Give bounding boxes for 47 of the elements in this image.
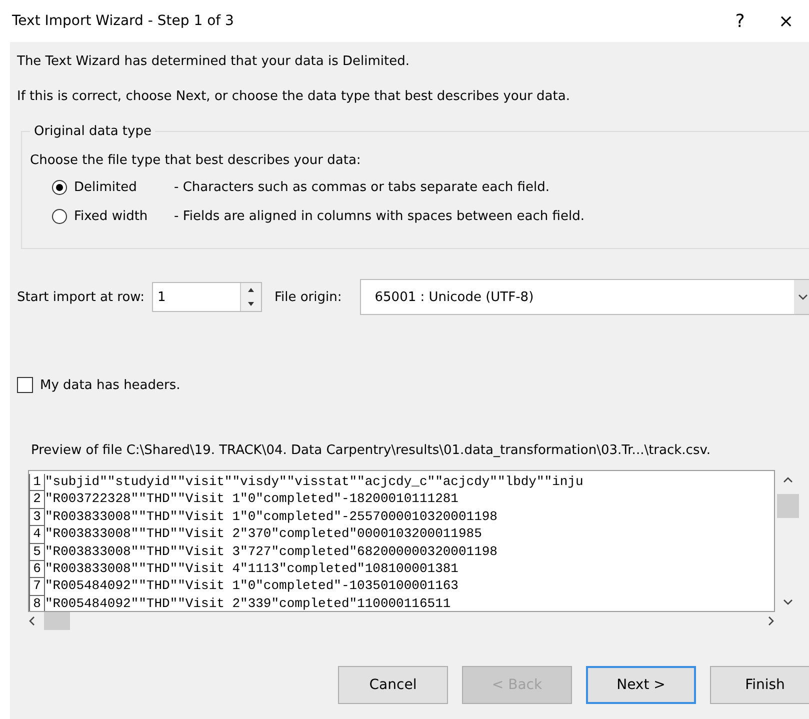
dialog-button[interactable]: Cancel [338, 666, 448, 704]
instruction-text: If this is correct, choose Next, or choose the data type that best describes your data. [17, 89, 571, 104]
preview-line: "R003833008""THD""Visit 2"370"completed"0000103200011985 [45, 526, 482, 544]
preview-label: Preview of file C:\Shared\19. TRACK\04. Data Carpentry\results\01.data_transformation\03.Tr...\track.csv. [31, 443, 712, 458]
line-number: 1 [29, 474, 45, 492]
preview-line: "R003833008""THD""Visit 4"1113"completed"108100001381 [45, 561, 458, 578]
close-button[interactable]: × [763, 1, 809, 41]
chevron-down-icon[interactable] [798, 293, 808, 301]
radio-button[interactable] [52, 209, 67, 224]
file-origin-label: File origin: [274, 290, 342, 304]
start-row-spinner[interactable]: 1 [152, 282, 262, 312]
scrollbar-thumb[interactable] [44, 612, 70, 630]
dialog-button[interactable]: Finish [710, 666, 809, 704]
preview-line: "subjid""studyid""visit""visdy""visstat""acjcdy_c""acjcdy""lbdy""inju [45, 474, 584, 491]
down-arrow-icon[interactable] [248, 302, 254, 306]
chevron-down-icon[interactable] [783, 598, 793, 606]
file-origin-dropdown[interactable]: 65001 : Unicode (UTF-8) [360, 279, 809, 315]
option-label[interactable]: Fixed width [74, 209, 174, 224]
dialog-button[interactable]: Next > [586, 666, 696, 704]
radio-button[interactable] [52, 180, 67, 195]
line-number: 2 [29, 491, 45, 509]
line-number: 4 [29, 526, 45, 544]
line-number: 3 [29, 508, 45, 526]
group-label: Original data type [33, 124, 152, 139]
line-number: 5 [29, 544, 45, 562]
option-description: - Fields are aligned in columns with spaces between each field. [174, 209, 584, 224]
chevron-up-icon[interactable] [783, 476, 793, 484]
line-number: 7 [29, 578, 45, 596]
preview-line: "R003722328""THD""Visit 1"0"completed"-18200010111281 [45, 491, 458, 508]
option-description: - Characters such as commas or tabs separate each field. [174, 180, 550, 195]
prompt-text: Choose the file type that best describes your data: [30, 153, 362, 168]
chevron-left-icon[interactable] [28, 616, 36, 626]
start-row-label: Start import at row: [17, 290, 144, 304]
option-label[interactable]: Delimited [74, 180, 174, 195]
checkbox-label[interactable]: My data has headers. [40, 378, 180, 392]
window-title: Text Import Wizard - Step 1 of 3 [12, 13, 235, 29]
chevron-right-icon[interactable] [767, 616, 775, 626]
help-button[interactable]: ? [717, 1, 763, 41]
scrollbar-thumb[interactable] [777, 494, 799, 518]
preview-line: "R003833008""THD""Visit 1"0"completed"-2557000010320001198 [45, 508, 498, 526]
preview-line: "R005484092""THD""Visit 2"339"completed"110000116511 [45, 596, 451, 611]
up-arrow-icon[interactable] [248, 288, 254, 292]
preview-line: "R005484092""THD""Visit 1"0"completed"-10350100001163 [45, 578, 458, 596]
headers-checkbox[interactable] [17, 377, 33, 393]
instruction-text: The Text Wizard has determined that your data is Delimited. [17, 54, 410, 69]
preview-line: "R003833008""THD""Visit 3"727"completed"682000000320001198 [45, 544, 498, 561]
line-number: 6 [29, 561, 45, 578]
